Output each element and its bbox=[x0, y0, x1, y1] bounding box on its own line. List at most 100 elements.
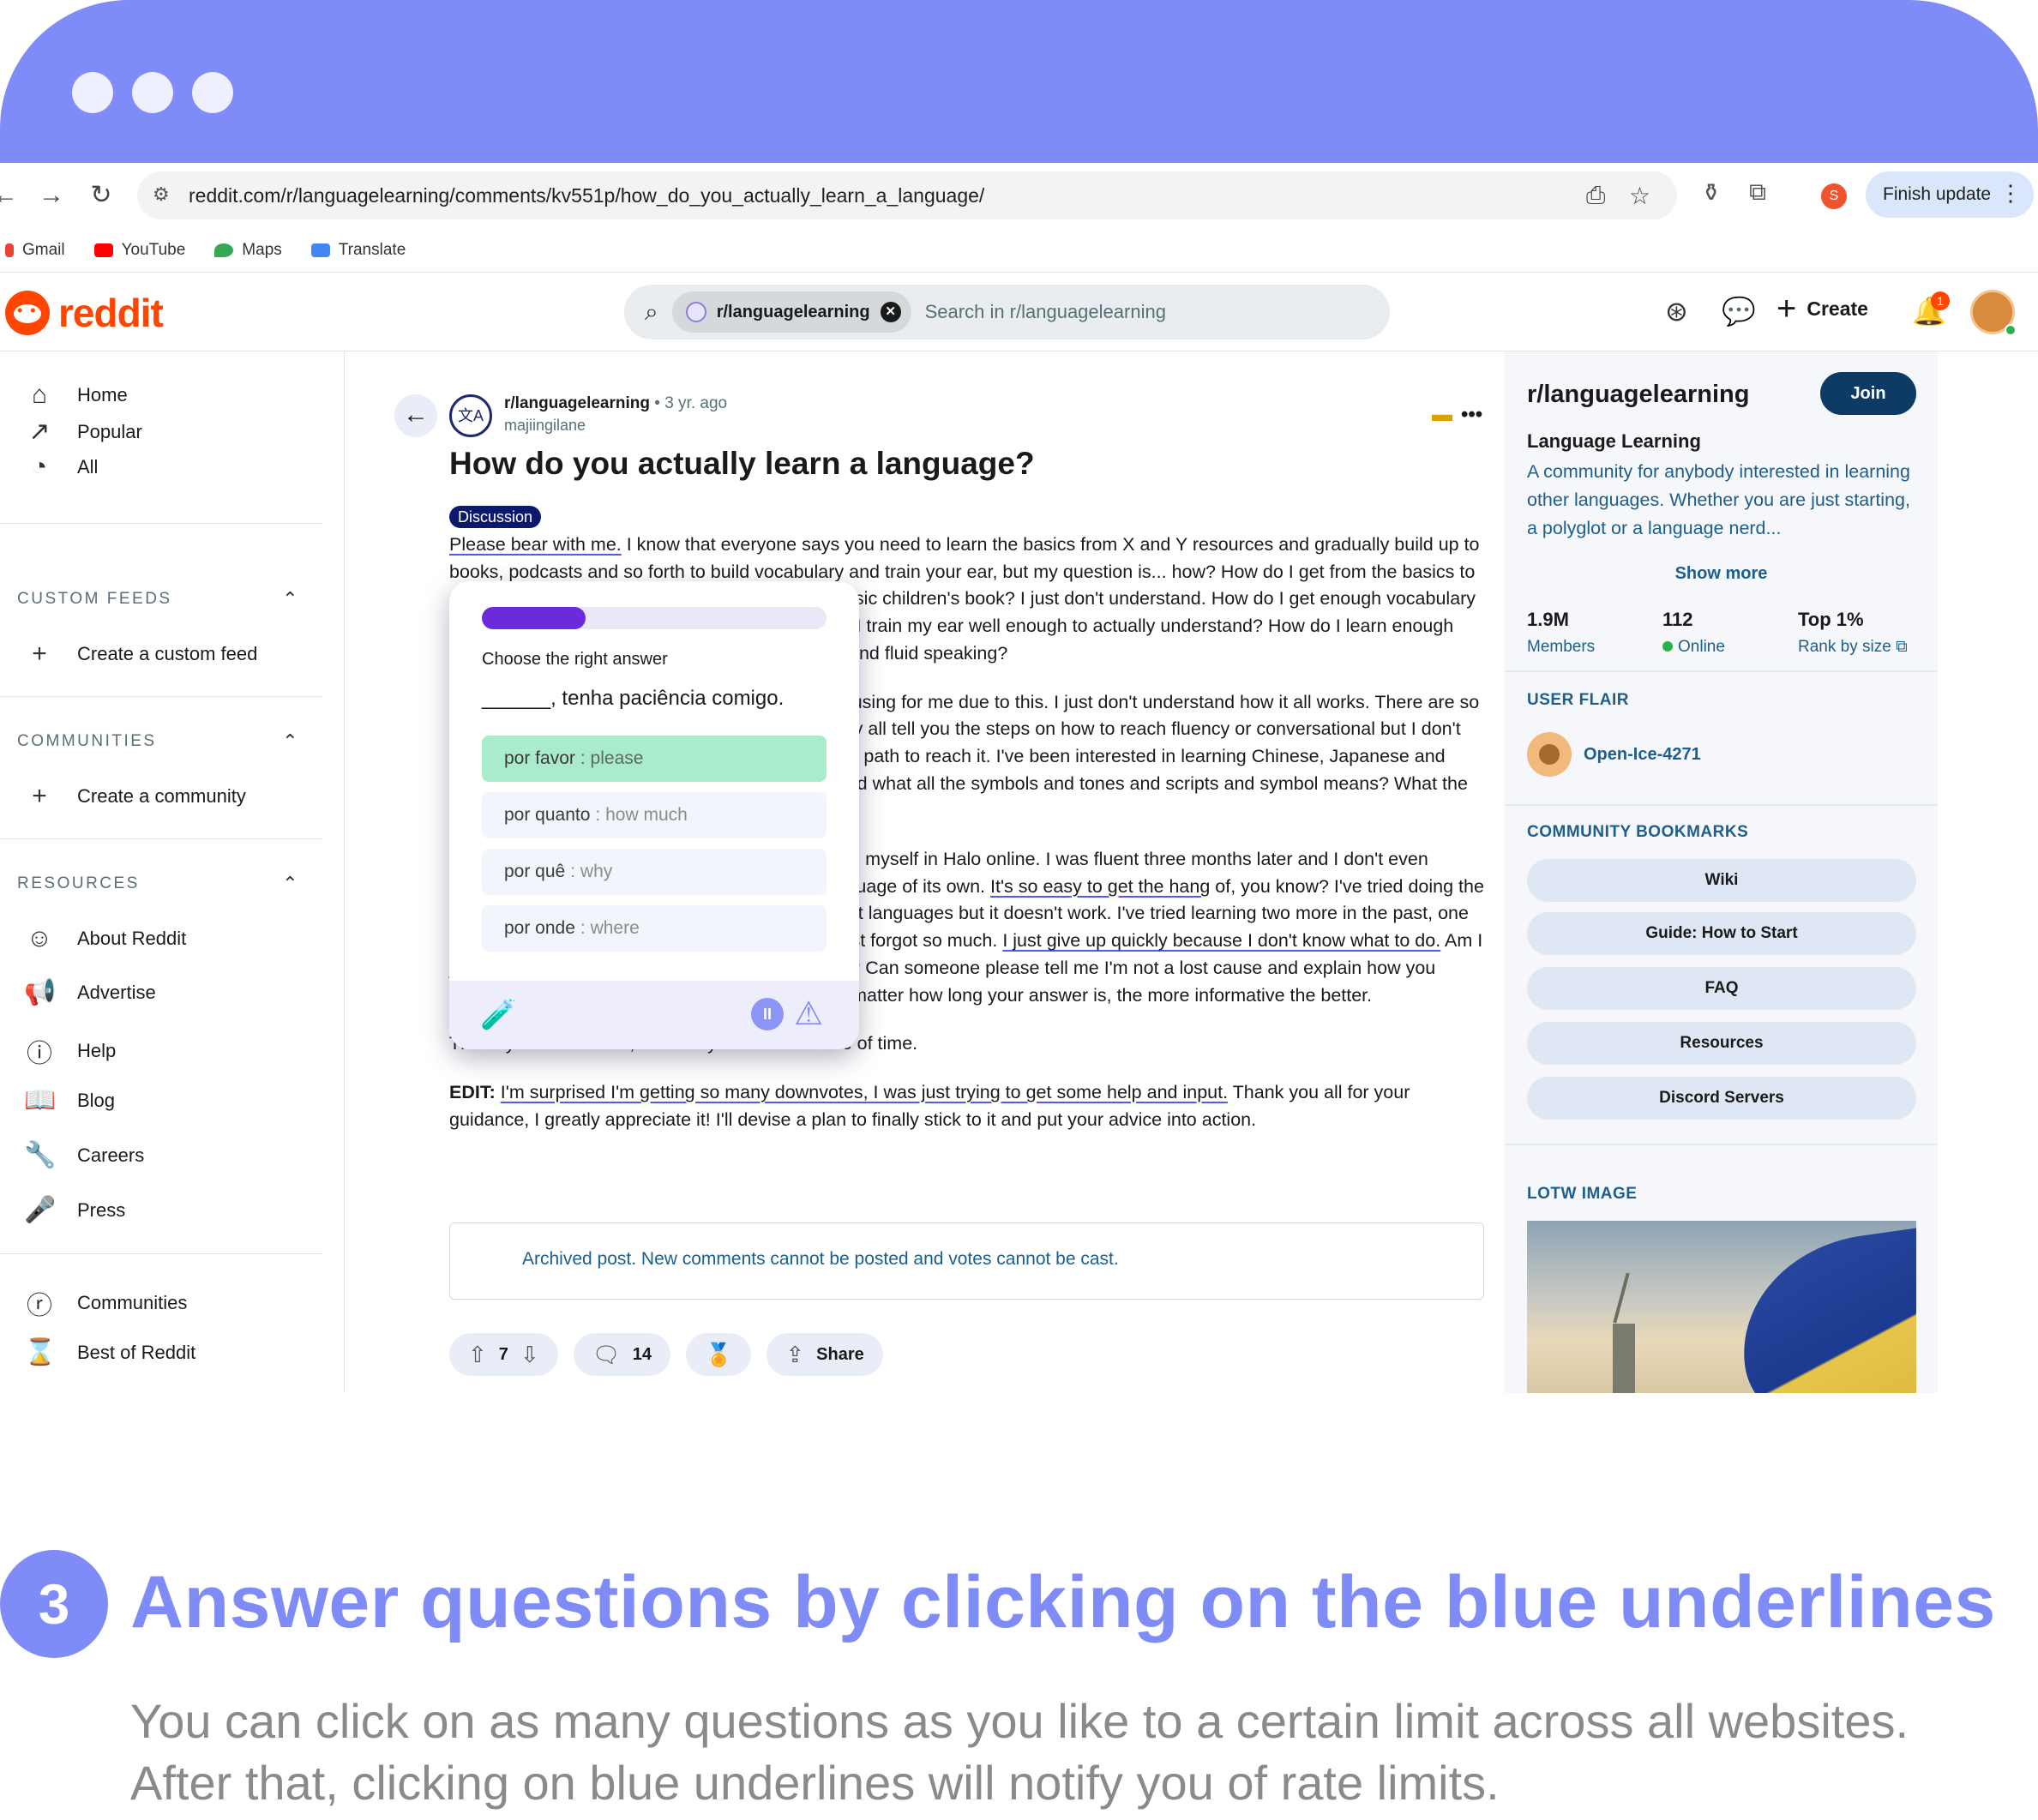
create-post-button[interactable]: + Create bbox=[1776, 291, 1868, 326]
search-bar[interactable]: ⌕ r/languagelearning ✕ Search in r/langu… bbox=[624, 285, 1390, 339]
chevron-up-icon[interactable]: ⌃ bbox=[282, 730, 300, 753]
nav-popular[interactable]: ↗ Popular bbox=[24, 417, 141, 447]
profile-avatar[interactable]: S bbox=[1821, 183, 1847, 209]
bookmark-discord[interactable]: Discord Servers bbox=[1527, 1077, 1916, 1120]
address-bar[interactable]: ⚙ reddit.com/r/languagelearning/comments… bbox=[137, 171, 1677, 219]
quiz-underline-link[interactable]: I'm surprised I'm getting so many downvo… bbox=[501, 1082, 1228, 1102]
reload-icon[interactable]: ↻ bbox=[84, 178, 118, 213]
comments-button[interactable]: 🗨 14 bbox=[573, 1333, 670, 1376]
bookmarks-bar: Gmail YouTube Maps Translate bbox=[0, 228, 2038, 273]
nav-about-reddit[interactable]: ☺ About Reddit bbox=[24, 924, 187, 953]
nav-divider bbox=[0, 696, 322, 697]
show-more-button[interactable]: Show more bbox=[1505, 564, 1938, 584]
bookmark-gmail[interactable]: Gmail bbox=[5, 241, 65, 260]
bookmark-guide[interactable]: Guide: How to Start bbox=[1527, 912, 1916, 955]
potion-bottle-icon[interactable]: 🧪 bbox=[480, 998, 516, 1032]
share-button[interactable]: ⇪ Share bbox=[767, 1333, 883, 1376]
create-community[interactable]: + Create a community bbox=[24, 782, 246, 811]
flag-shape bbox=[1728, 1222, 1916, 1393]
resources-header[interactable]: RESOURCES ⌃ bbox=[17, 873, 300, 895]
quiz-underline-link[interactable]: Please bear with me. bbox=[449, 534, 622, 555]
nav-divider bbox=[0, 838, 322, 839]
post-back-button[interactable]: ← bbox=[394, 394, 437, 437]
bookmark-maps[interactable]: Maps bbox=[214, 241, 282, 260]
subreddit-link[interactable]: r/languagelearning bbox=[504, 394, 650, 412]
window-minimize-dot[interactable] bbox=[132, 72, 173, 113]
window-controls bbox=[72, 72, 233, 113]
upvote-icon[interactable]: ⇧ bbox=[468, 1342, 487, 1368]
advertise-icon[interactable]: ⊛ bbox=[1665, 295, 1688, 327]
nav-home[interactable]: ⌂ Home bbox=[24, 381, 128, 410]
quiz-option[interactable]: por quanto: how much bbox=[482, 792, 827, 838]
quiz-underline-link[interactable]: It's so easy to get the hang bbox=[990, 876, 1210, 897]
warning-icon[interactable]: ⚠ bbox=[794, 994, 823, 1033]
about-reddit-icon: ☺ bbox=[26, 924, 53, 952]
back-arrow-icon[interactable]: ← bbox=[0, 178, 22, 213]
pause-icon[interactable]: II bbox=[751, 998, 784, 1030]
quiz-underline-link[interactable]: I just give up quickly because I don't k… bbox=[1002, 930, 1440, 951]
window-close-dot[interactable] bbox=[72, 72, 113, 113]
bookmark-wiki[interactable]: Wiki bbox=[1527, 859, 1916, 902]
chevron-up-icon[interactable]: ⌃ bbox=[282, 588, 300, 610]
install-app-icon[interactable]: ⎙ bbox=[1586, 182, 1605, 210]
window-maximize-dot[interactable] bbox=[192, 72, 233, 113]
nav-blog[interactable]: 📖 Blog bbox=[24, 1085, 115, 1115]
browser-toolbar: ← → ↻ ⚙ reddit.com/r/languagelearning/co… bbox=[0, 163, 2038, 228]
subreddit-avatar[interactable]: 文A bbox=[449, 394, 492, 437]
join-button[interactable]: Join bbox=[1820, 372, 1916, 415]
communities-header[interactable]: COMMUNITIES ⌃ bbox=[17, 730, 300, 753]
browser-window: ← → ↻ ⚙ reddit.com/r/languagelearning/co… bbox=[0, 0, 2038, 1393]
quiz-option-correct[interactable]: por favor: please bbox=[482, 736, 827, 782]
forward-arrow-icon[interactable]: → bbox=[34, 178, 69, 213]
bookmark-resources[interactable]: Resources bbox=[1527, 1022, 1916, 1065]
share-icon: ⇪ bbox=[785, 1341, 805, 1367]
nav-careers[interactable]: 🔧 Careers bbox=[24, 1140, 144, 1170]
post-author[interactable]: majiingilane bbox=[504, 417, 727, 435]
chevron-up-icon[interactable]: ⌃ bbox=[282, 873, 300, 895]
quiz-option[interactable]: por onde: where bbox=[482, 905, 827, 952]
finish-update-button[interactable]: Finish update ⋮ bbox=[1866, 171, 2034, 218]
post-meta: r/languagelearning • 3 yr. ago majiingil… bbox=[504, 394, 727, 435]
nav-help[interactable]: ⓘ Help bbox=[24, 1032, 116, 1070]
post-title: How do you actually learn a language? bbox=[449, 446, 1035, 481]
extensions-puzzle-icon[interactable]: ⧉ bbox=[1749, 178, 1766, 207]
nav-all[interactable]: ◔ All bbox=[24, 453, 99, 482]
reddit-header: reddit ⌕ r/languagelearning ✕ Search in … bbox=[0, 273, 2038, 351]
award-button[interactable]: 🏅 bbox=[685, 1333, 752, 1376]
user-flair[interactable]: Open-Ice-4271 bbox=[1527, 732, 1701, 777]
microphone-icon: 🎤 bbox=[24, 1196, 57, 1224]
community-bookmarks-header: COMMUNITY BOOKMARKS bbox=[1527, 823, 1749, 841]
custom-feeds-header[interactable]: CUSTOM FEEDS ⌃ bbox=[17, 588, 300, 610]
chat-icon[interactable]: 💬 bbox=[1722, 295, 1756, 327]
remove-chip-icon[interactable]: ✕ bbox=[880, 302, 901, 322]
nav-advertise[interactable]: 📢 Advertise bbox=[24, 977, 156, 1007]
vote-control: ⇧ 7 ⇩ bbox=[449, 1333, 558, 1376]
quiz-progress-bar bbox=[482, 607, 827, 629]
search-community-chip[interactable]: r/languagelearning ✕ bbox=[671, 291, 911, 333]
bookmark-translate[interactable]: Translate bbox=[310, 241, 406, 260]
community-subtitle: Language Learning bbox=[1527, 430, 1701, 452]
site-settings-icon[interactable]: ⚙ bbox=[153, 183, 170, 206]
create-custom-feed[interactable]: + Create a custom feed bbox=[24, 640, 257, 669]
nav-press[interactable]: 🎤 Press bbox=[24, 1195, 125, 1225]
quiz-option[interactable]: por quê: why bbox=[482, 849, 827, 895]
lotw-image[interactable] bbox=[1527, 1221, 1916, 1393]
browser-menu-icon[interactable]: ⋮ bbox=[1999, 180, 2022, 207]
reddit-logo[interactable]: reddit bbox=[5, 290, 164, 336]
left-sidebar: ⌂ Home ↗ Popular ◔ All CUSTOM FEEDS ⌃ + … bbox=[0, 351, 345, 1393]
post-flair[interactable]: Discussion bbox=[449, 506, 542, 528]
more-options-icon[interactable]: ••• bbox=[1461, 403, 1482, 427]
downvote-icon[interactable]: ⇩ bbox=[520, 1342, 539, 1368]
nav-best-of-reddit[interactable]: ⌛ Best of Reddit bbox=[24, 1337, 195, 1367]
search-input[interactable]: Search in r/languagelearning bbox=[925, 301, 1166, 323]
nav-communities[interactable]: ⓡ Communities bbox=[24, 1284, 187, 1322]
bookmark-youtube[interactable]: YouTube bbox=[93, 241, 185, 260]
translate-icon bbox=[310, 243, 330, 257]
notification-badge: 1 bbox=[1931, 291, 1950, 310]
plus-icon: + bbox=[32, 640, 47, 668]
rank-stat[interactable]: Top 1% Rank by size ⧉ bbox=[1798, 609, 1908, 657]
bookmark-star-icon[interactable]: ☆ bbox=[1629, 182, 1650, 210]
bookmark-faq[interactable]: FAQ bbox=[1527, 967, 1916, 1010]
extension-bottle-icon[interactable]: ⚱ bbox=[1701, 178, 1721, 207]
members-stat: 1.9M Members bbox=[1527, 609, 1596, 656]
